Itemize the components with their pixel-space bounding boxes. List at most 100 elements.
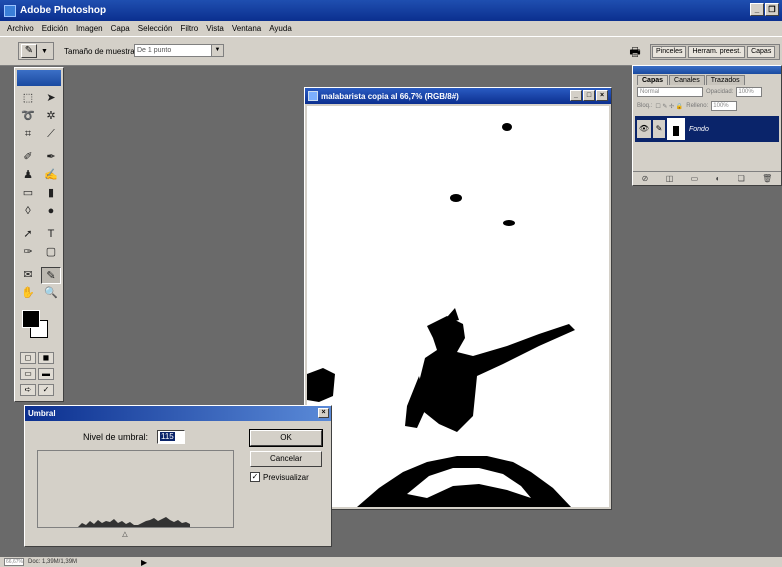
opacity-label: Opacidad: <box>706 89 734 95</box>
crop-tool-icon[interactable]: ⌗ <box>18 126 38 143</box>
status-menu-arrow-icon[interactable]: ▶ <box>141 558 147 567</box>
threshold-level-input[interactable]: 115 <box>157 430 185 444</box>
menu-filtro[interactable]: Filtro <box>176 24 202 33</box>
menu-seleccion[interactable]: Selección <box>134 24 177 33</box>
dodge-tool-icon[interactable]: ● <box>41 203 61 220</box>
menu-bar: Archivo Edición Imagen Capa Selección Fi… <box>0 21 782 36</box>
zoom-tool-icon[interactable]: 🔍 <box>41 285 61 302</box>
history-brush-icon[interactable]: ✍ <box>41 167 61 184</box>
minimize-button[interactable]: _ <box>750 3 764 16</box>
tab-canales[interactable]: Canales <box>669 75 705 85</box>
app-titlebar: Adobe Photoshop _ ❐ <box>0 0 782 21</box>
zoom-field[interactable]: 66,67% <box>4 558 24 566</box>
layer-row-fondo[interactable]: 👁 ✎ Fondo <box>635 116 779 142</box>
menu-edicion[interactable]: Edición <box>38 24 72 33</box>
menu-capa[interactable]: Capa <box>107 24 134 33</box>
well-tab-capas[interactable]: Capas <box>747 46 776 58</box>
menu-archivo[interactable]: Archivo <box>3 24 38 33</box>
notes-tool-icon[interactable]: ✉ <box>18 267 38 284</box>
jump-to-imageready-icon[interactable]: ➪ <box>20 384 36 396</box>
toolbox-header[interactable] <box>17 70 61 86</box>
type-tool-icon[interactable]: T <box>41 226 61 243</box>
layers-panel: Capas Canales Trazados Normal Opacidad: … <box>632 65 782 186</box>
healing-brush-icon[interactable]: ✐ <box>18 149 38 166</box>
eraser-icon[interactable]: ▭ <box>18 185 38 202</box>
standard-mode-icon[interactable]: ◻ <box>20 352 36 364</box>
layer-style-icon[interactable]: ⊘ <box>642 174 649 183</box>
fill-input[interactable]: 100% <box>711 101 738 111</box>
file-browser-icon[interactable]: 🖶 <box>626 43 644 59</box>
gradient-tool-icon[interactable]: ▮ <box>41 185 61 202</box>
restore-button[interactable]: ❐ <box>765 3 779 16</box>
palette-well: Pinceles Herram. preest. Capas <box>650 44 780 60</box>
foreground-color-swatch[interactable] <box>22 310 40 328</box>
app-title: Adobe Photoshop <box>20 5 107 16</box>
eye-icon[interactable]: 👁 <box>637 120 651 138</box>
path-selection-icon[interactable]: ➚ <box>18 226 38 243</box>
add-mask-icon[interactable]: ◫ <box>666 174 674 183</box>
marquee-tool-icon[interactable]: ⬚ <box>18 90 38 107</box>
menu-vista[interactable]: Vista <box>202 24 228 33</box>
pen-tool-icon[interactable]: ✑ <box>18 244 38 261</box>
layers-footer: ⊘ ◫ ▭ ◐ ❏ 🗑 <box>633 171 781 183</box>
move-tool-icon[interactable]: ➤ <box>41 90 61 107</box>
well-tab-herram[interactable]: Herram. preest. <box>688 46 746 58</box>
hand-tool-icon[interactable]: ✋ <box>18 285 38 302</box>
new-layer-icon[interactable]: ❏ <box>738 174 745 183</box>
sample-size-label: Tamaño de muestra: <box>64 47 137 56</box>
well-tab-pinceles[interactable]: Pinceles <box>652 46 687 58</box>
ok-button[interactable]: OK <box>249 429 323 447</box>
cancel-button[interactable]: Cancelar <box>250 451 322 467</box>
fullscreen-mode-icon[interactable]: ▬ <box>38 368 54 380</box>
new-set-icon[interactable]: ▭ <box>691 174 699 183</box>
eyedropper-icon: ✎ <box>21 44 37 58</box>
photoshop-icon <box>4 4 16 17</box>
threshold-slider-triangle[interactable]: △ <box>121 531 129 538</box>
dropdown-arrow-icon: ▼ <box>211 45 223 56</box>
shape-tool-icon[interactable]: ▢ <box>41 244 61 261</box>
clone-stamp-icon[interactable]: ♟ <box>18 167 38 184</box>
jump-check-icon[interactable]: ✓ <box>38 384 54 396</box>
eyedropper-tool-icon[interactable]: ✎ <box>41 267 61 284</box>
layers-panel-header[interactable] <box>633 66 781 74</box>
toolbox: ⬚ ➤ ➰ ✲ ⌗ ⟋ ✐ ✒ ♟ ✍ ▭ ▮ ◊ ● ➚ T ✑ ▢ ✉ ✎ … <box>14 67 64 402</box>
dialog-titlebar[interactable]: Umbral × <box>25 406 331 421</box>
tab-trazados[interactable]: Trazados <box>705 75 745 85</box>
chevron-down-icon: ▼ <box>41 47 48 55</box>
document-titlebar[interactable]: malabarista copia al 66,7% (RGB/8#) _ □ … <box>305 88 611 104</box>
menu-ventana[interactable]: Ventana <box>228 24 265 33</box>
trash-icon[interactable]: 🗑 <box>762 174 772 183</box>
sample-size-value: De 1 punto <box>137 47 172 54</box>
options-bar: ✎ ▼ Tamaño de muestra: De 1 punto ▼ 🖶 Pi… <box>0 36 782 66</box>
sample-size-select[interactable]: De 1 punto ▼ <box>134 44 224 57</box>
opacity-input[interactable]: 100% <box>736 87 763 97</box>
magic-wand-icon[interactable]: ✲ <box>41 108 61 125</box>
tab-capas[interactable]: Capas <box>637 75 669 85</box>
doc-close-button[interactable]: × <box>596 90 608 101</box>
fill-label: Relleno: <box>686 103 709 109</box>
screen-mode-icon[interactable]: ▭ <box>20 368 36 380</box>
menu-imagen[interactable]: Imagen <box>72 24 107 33</box>
blend-mode-select[interactable]: Normal <box>637 87 703 97</box>
dialog-title: Umbral <box>28 409 56 418</box>
adjustment-layer-icon[interactable]: ◐ <box>715 174 720 183</box>
lasso-tool-icon[interactable]: ➰ <box>18 108 38 125</box>
doc-maximize-button[interactable]: □ <box>583 90 595 101</box>
slice-tool-icon[interactable]: ⟋ <box>41 126 61 143</box>
quick-mask-icon[interactable]: ◼ <box>38 352 54 364</box>
layer-name: Fondo <box>689 125 709 133</box>
document-icon <box>308 91 318 101</box>
blur-tool-icon[interactable]: ◊ <box>18 203 38 220</box>
menu-ayuda[interactable]: Ayuda <box>265 24 296 33</box>
image-canvas[interactable] <box>307 106 609 507</box>
preview-label: Previsualizar <box>263 472 309 482</box>
brush-tool-icon[interactable]: ✒ <box>41 149 61 166</box>
tool-preset-picker[interactable]: ✎ ▼ <box>18 42 54 60</box>
preview-checkbox[interactable]: ✓ <box>250 472 260 482</box>
doc-minimize-button[interactable]: _ <box>570 90 582 101</box>
close-icon[interactable]: × <box>318 408 329 418</box>
threshold-level-label: Nivel de umbral: <box>83 432 149 442</box>
histogram-graph <box>78 517 190 527</box>
lock-label: Bloq.: <box>637 103 653 109</box>
lock-icons[interactable]: ☐ ✎ ✢ 🔒 <box>655 103 683 110</box>
